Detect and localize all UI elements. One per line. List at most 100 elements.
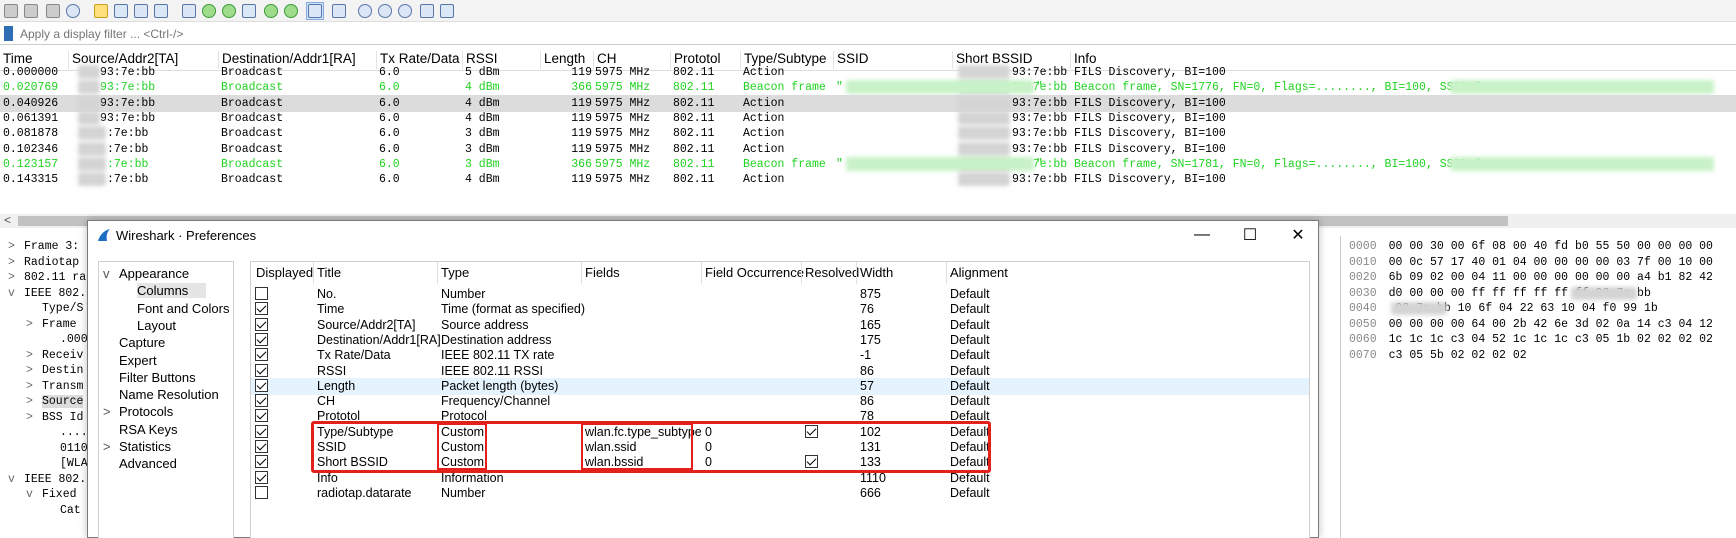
close-file-icon[interactable]	[132, 2, 150, 20]
expanded-arrow-icon[interactable]: v	[8, 473, 15, 486]
column-type[interactable]: Time (format as specified)	[441, 302, 585, 316]
column-width[interactable]: 165	[860, 318, 881, 332]
column-title[interactable]: Time	[317, 302, 344, 316]
autoscroll-icon[interactable]	[306, 2, 324, 20]
displayed-checkbox[interactable]	[255, 455, 268, 469]
collapsed-arrow-icon[interactable]: >	[26, 349, 33, 362]
collapsed-arrow-icon[interactable]: >	[8, 271, 15, 284]
hex-bytes[interactable]: 00 0c 57 17 40 01 04 00 00 00 00 03 7f 0…	[1389, 256, 1713, 269]
shark-fin-icon[interactable]	[2, 2, 20, 20]
packet-row[interactable]: 0.143315:7e:bb Broadcast 6.0 4 dBm 119 5975 M…	[0, 171, 1736, 188]
pref-tree-item[interactable]: Filter Buttons	[119, 370, 196, 385]
detail-line[interactable]: Frame	[42, 318, 77, 331]
pref-tree-item[interactable]: Appearance	[119, 266, 189, 281]
column-width[interactable]: 875	[860, 287, 881, 301]
hex-bytes[interactable]: 6b 09 02 00 04 11 00 00 00 00 00 00 a4 b…	[1389, 271, 1713, 284]
column-type[interactable]: Source address	[441, 318, 529, 332]
displayed-checkbox[interactable]	[255, 348, 268, 362]
displayed-checkbox[interactable]	[255, 378, 268, 392]
column-title[interactable]: Destination/Addr1[RA]	[317, 333, 441, 347]
column-align[interactable]: Default	[950, 394, 990, 408]
column-title[interactable]: radiotap.datarate	[317, 486, 412, 500]
minimize-button[interactable]: —	[1182, 223, 1222, 247]
go-forward-icon[interactable]	[220, 2, 238, 20]
pref-tree-item[interactable]: Expert	[119, 353, 157, 368]
hex-bytes[interactable]: c3 05 5b 02 02 02 02	[1389, 349, 1527, 362]
displayed-checkbox[interactable]	[255, 332, 268, 346]
displayed-checkbox[interactable]	[255, 394, 268, 408]
column-type[interactable]: Destination address	[441, 333, 551, 347]
find-icon[interactable]	[180, 2, 198, 20]
save-file-icon[interactable]	[112, 2, 130, 20]
collapsed-arrow-icon[interactable]: >	[26, 380, 33, 393]
columns-header[interactable]: Width	[860, 265, 893, 280]
column-width[interactable]: 1110	[860, 471, 886, 485]
collapsed-arrow-icon[interactable]: >	[26, 364, 33, 377]
column-align[interactable]: Default	[950, 333, 990, 347]
detail-line[interactable]: Receiv	[42, 349, 83, 362]
go-to-packet-icon[interactable]	[240, 2, 258, 20]
column-align[interactable]: Default	[950, 287, 990, 301]
column-type[interactable]: Number	[441, 486, 485, 500]
collapsed-arrow-icon[interactable]: >	[8, 256, 15, 269]
display-filter-input[interactable]	[16, 25, 1716, 43]
column-width[interactable]: -1	[860, 348, 871, 362]
maximize-button[interactable]: ☐	[1230, 223, 1270, 247]
column-type[interactable]: IEEE 802.11 RSSI	[441, 364, 543, 378]
displayed-checkbox[interactable]	[255, 424, 268, 438]
displayed-checkbox[interactable]	[255, 485, 268, 499]
displayed-checkbox[interactable]	[255, 287, 268, 300]
column-title[interactable]: Source/Addr2[TA]	[317, 318, 415, 332]
columns-header[interactable]: Title	[317, 265, 341, 280]
column-title[interactable]: CH	[317, 394, 335, 408]
displayed-checkbox[interactable]	[255, 302, 268, 316]
columns-header[interactable]: Alignment	[950, 265, 1008, 280]
detail-line[interactable]: Destin	[42, 364, 83, 377]
hex-bytes[interactable]: 1c 1c 1c c3 04 52 1c 1c 1c c3 05 1b 02 0…	[1389, 333, 1713, 346]
column-width[interactable]: 76	[860, 302, 874, 316]
scroll-left-arrow-icon[interactable]: <	[4, 213, 11, 227]
layout-icon[interactable]	[438, 2, 456, 20]
close-button[interactable]: ✕	[1278, 223, 1318, 247]
columns-header[interactable]: Displayed	[256, 265, 313, 280]
go-first-icon[interactable]	[262, 2, 280, 20]
expanded-arrow-icon[interactable]: v	[26, 488, 33, 501]
column-title[interactable]: Length	[317, 379, 355, 393]
column-width[interactable]: 57	[860, 379, 874, 393]
detail-line[interactable]: IEEE 802.	[24, 287, 86, 300]
expand-arrow-icon[interactable]: v	[103, 266, 110, 281]
column-type[interactable]: Number	[441, 287, 485, 301]
detail-line[interactable]: IEEE 802.	[24, 473, 86, 486]
column-align[interactable]: Default	[950, 318, 990, 332]
pref-tree-item[interactable]: Layout	[137, 318, 176, 333]
detail-line[interactable]: Fixed	[42, 488, 77, 501]
options-gear-icon[interactable]	[64, 2, 82, 20]
detail-line[interactable]: ....	[60, 426, 88, 439]
collapsed-arrow-icon[interactable]: >	[26, 411, 33, 424]
hex-bytes[interactable]: 00 00 30 00 6f 08 00 40 fd b0 55 50 00 0…	[1389, 240, 1713, 253]
zoom-in-icon[interactable]	[356, 2, 374, 20]
column-title[interactable]: No.	[317, 287, 336, 301]
column-width[interactable]: 86	[860, 364, 874, 378]
dialog-titlebar[interactable]: Wireshark · Preferences — ☐ ✕	[88, 221, 1318, 249]
detail-line[interactable]: 802.11 ra	[24, 271, 86, 284]
expanded-arrow-icon[interactable]: v	[8, 287, 15, 300]
detail-line[interactable]: Source	[42, 395, 84, 408]
collapsed-arrow-icon[interactable]: >	[8, 240, 15, 253]
open-folder-icon[interactable]	[92, 2, 110, 20]
go-back-icon[interactable]	[200, 2, 218, 20]
pref-tree-item[interactable]: Protocols	[119, 404, 173, 419]
displayed-checkbox[interactable]	[255, 363, 268, 377]
detail-line[interactable]: Transm	[42, 380, 83, 393]
column-width[interactable]: 86	[860, 394, 874, 408]
column-align[interactable]: Default	[950, 302, 990, 316]
columns-header[interactable]: Field Occurrence	[705, 265, 804, 280]
detail-line[interactable]: Radiotap	[24, 256, 79, 269]
column-type[interactable]: IEEE 802.11 TX rate	[441, 348, 555, 362]
column-width[interactable]: 175	[860, 333, 881, 347]
column-align[interactable]: Default	[950, 471, 990, 485]
column-align[interactable]: Default	[950, 379, 990, 393]
filter-bookmark-icon[interactable]	[4, 26, 13, 41]
column-align[interactable]: Default	[950, 486, 990, 500]
go-last-icon[interactable]	[282, 2, 300, 20]
